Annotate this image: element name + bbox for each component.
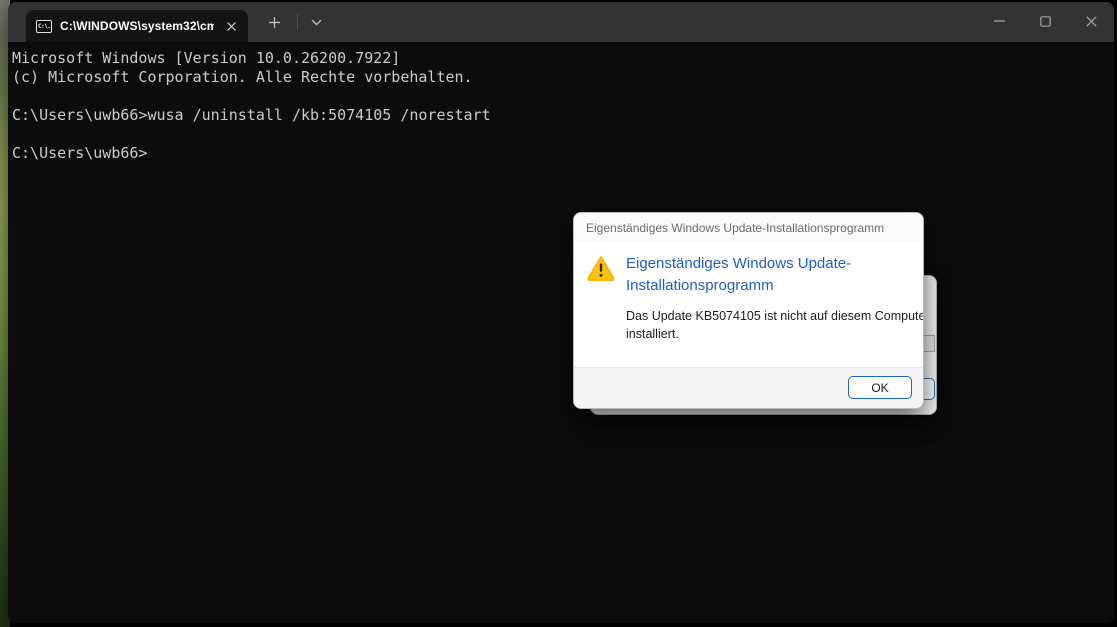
minimize-icon <box>994 20 1005 22</box>
close-button[interactable] <box>1068 2 1114 40</box>
terminal-prompt-line: C:\Users\uwb66> <box>12 144 1108 163</box>
dialog-body: Eigenständiges Windows Update-Installati… <box>574 242 923 367</box>
dialog-heading: Eigenständiges Windows Update-Installati… <box>626 253 871 297</box>
dialog-titlebar[interactable]: Eigenständiges Windows Update-Installati… <box>574 213 923 242</box>
ok-button[interactable]: OK <box>848 376 912 399</box>
close-icon <box>1086 16 1097 27</box>
new-tab-button[interactable] <box>260 8 288 36</box>
terminal-titlebar[interactable]: C:\. C:\WINDOWS\system32\cmd. <box>8 2 1114 42</box>
maximize-icon <box>1040 16 1051 27</box>
dialog-footer: OK <box>574 367 923 408</box>
chevron-down-icon <box>311 19 322 26</box>
terminal-line <box>12 125 1108 144</box>
minimize-button[interactable] <box>976 2 1022 40</box>
terminal-output-area[interactable]: Microsoft Windows [Version 10.0.26200.79… <box>8 42 1114 623</box>
tab-title: C:\WINDOWS\system32\cmd. <box>60 19 214 33</box>
terminal-line: Microsoft Windows [Version 10.0.26200.79… <box>12 49 1108 68</box>
terminal-window: C:\. C:\WINDOWS\system32\cmd. <box>8 2 1114 623</box>
cmd-prompt-icon: C:\. <box>36 20 52 33</box>
plus-icon <box>268 16 281 29</box>
tab-dropdown-button[interactable] <box>302 8 330 36</box>
titlebar-divider <box>297 14 298 30</box>
warning-icon <box>587 255 615 286</box>
maximize-button[interactable] <box>1022 2 1068 40</box>
terminal-tab-cmd[interactable]: C:\. C:\WINDOWS\system32\cmd. <box>26 10 248 42</box>
terminal-line: (c) Microsoft Corporation. Alle Rechte v… <box>12 68 1108 87</box>
tab-close-icon[interactable] <box>222 17 240 35</box>
dialog-message: Das Update KB5074105 ist nicht auf diese… <box>626 308 924 343</box>
terminal-line <box>12 87 1108 106</box>
terminal-line: C:\Users\uwb66>wusa /uninstall /kb:50741… <box>12 106 1108 125</box>
dialog-title: Eigenständiges Windows Update-Installati… <box>586 221 884 235</box>
wusa-message-dialog: Eigenständiges Windows Update-Installati… <box>573 212 924 409</box>
window-controls <box>976 2 1114 42</box>
